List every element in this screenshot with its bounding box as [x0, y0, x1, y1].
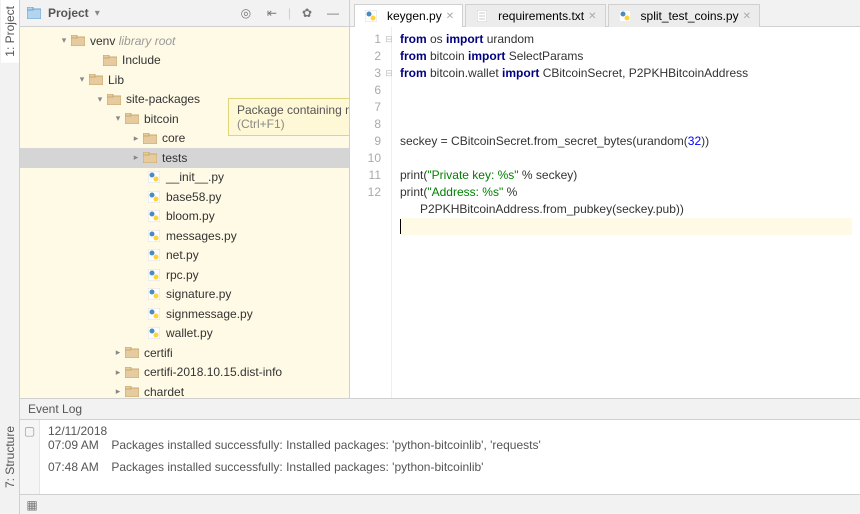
project-tree-panel: Project ▾ ◎ ⇤ | ✿ — ▾venv library root ▸… [20, 0, 350, 398]
tree-folder-certifi[interactable]: ▸certifi [20, 343, 349, 363]
log-date: 12/11/2018 [48, 424, 852, 438]
tree-folder-tests[interactable]: ▸tests [20, 148, 349, 168]
tree-file[interactable]: rpc.py [20, 265, 349, 285]
tree-file[interactable]: __init__.py [20, 168, 349, 188]
tree-file[interactable]: signature.py [20, 285, 349, 305]
python-file-icon [146, 268, 162, 282]
event-log-header[interactable]: Event Log [20, 398, 860, 420]
clear-icon[interactable]: ▢ [24, 424, 35, 438]
python-file-icon [146, 326, 162, 340]
folder-icon [142, 131, 158, 145]
editor-tabs: keygen.py ✕ requirements.txt ✕ split_tes… [350, 0, 860, 27]
folder-icon [102, 53, 118, 67]
tree-folder-include[interactable]: ▸Include [20, 51, 349, 71]
gear-icon[interactable]: ✿ [297, 3, 317, 23]
python-file-icon [146, 229, 162, 243]
python-file-icon [617, 9, 633, 23]
folder-icon [124, 112, 140, 126]
python-file-icon [146, 307, 162, 321]
event-log: ▢ 12/11/2018 07:09 AM Packages installed… [20, 420, 860, 494]
caret [400, 219, 401, 234]
line-gutter: 123 6 789 101112 ⊟ ⊟ [350, 27, 392, 398]
side-tab-project[interactable]: 1: Project [1, 0, 19, 63]
tab-requirements[interactable]: requirements.txt ✕ [465, 4, 605, 27]
tree-folder-lib[interactable]: ▾Lib [20, 70, 349, 90]
python-file-icon [146, 248, 162, 262]
tree-folder-venv[interactable]: ▾venv library root [20, 31, 349, 51]
chevron-down-icon[interactable]: ▾ [95, 8, 100, 19]
locate-icon[interactable]: ◎ [236, 3, 256, 23]
hide-icon[interactable]: — [323, 3, 343, 23]
folder-icon [106, 92, 122, 106]
code-editor[interactable]: 123 6 789 101112 ⊟ ⊟ from os import uran… [350, 27, 860, 398]
python-file-icon [146, 190, 162, 204]
tab-keygen[interactable]: keygen.py ✕ [354, 4, 463, 27]
folder-icon [88, 73, 104, 87]
python-file-icon [146, 287, 162, 301]
tree-file[interactable]: wallet.py [20, 324, 349, 344]
main-area: Project ▾ ◎ ⇤ | ✿ — ▾venv library root ▸… [20, 0, 860, 514]
project-icon [26, 5, 42, 21]
collapse-icon[interactable]: ⇤ [262, 3, 282, 23]
inspection-tooltip: Package containing module 'bitcoin' is n… [228, 98, 350, 136]
tab-label: split_test_coins.py [641, 9, 739, 23]
tab-label: requirements.txt [498, 9, 584, 23]
fold-icon[interactable]: ⊟ [384, 65, 394, 82]
tree-folder-certifi-dist[interactable]: ▸certifi-2018.10.15.dist-info [20, 363, 349, 383]
event-log-body[interactable]: 12/11/2018 07:09 AM Packages installed s… [40, 420, 860, 494]
python-file-icon [363, 9, 379, 23]
tree-file[interactable]: signmessage.py [20, 304, 349, 324]
side-tab-structure[interactable]: 7: Structure [1, 420, 19, 494]
event-log-gutter: ▢ [20, 420, 40, 494]
folder-icon [124, 385, 140, 398]
project-tree[interactable]: ▾venv library root ▸Include ▾Lib ▾site-p… [20, 27, 349, 398]
log-row: 07:09 AM Packages installed successfully… [48, 438, 852, 452]
python-file-icon [146, 170, 162, 184]
fold-icon[interactable]: ⊟ [384, 31, 394, 48]
tree-file[interactable]: net.py [20, 246, 349, 266]
tab-split-test-coins[interactable]: split_test_coins.py ✕ [608, 4, 760, 27]
left-tool-strip: 1: Project 7: Structure [0, 0, 20, 514]
log-row: 07:48 AM Packages installed successfully… [48, 460, 852, 474]
tree-file[interactable]: bloom.py [20, 207, 349, 227]
python-file-icon [146, 209, 162, 223]
close-icon[interactable]: ✕ [743, 11, 751, 22]
tab-label: keygen.py [387, 9, 442, 23]
editor-area: keygen.py ✕ requirements.txt ✕ split_tes… [350, 0, 860, 398]
code-text[interactable]: from os import urandom from bitcoin impo… [392, 27, 860, 398]
folder-icon [142, 151, 158, 165]
folder-icon [124, 346, 140, 360]
tree-file[interactable]: base58.py [20, 187, 349, 207]
folder-icon [70, 34, 86, 48]
close-icon[interactable]: ✕ [588, 11, 596, 22]
folder-icon [124, 365, 140, 379]
tree-file[interactable]: messages.py [20, 226, 349, 246]
project-title: Project [48, 6, 89, 20]
tree-folder-chardet[interactable]: ▸chardet [20, 382, 349, 398]
text-file-icon [474, 9, 490, 23]
status-bar: ▦ [20, 494, 860, 514]
tool-window-icon[interactable]: ▦ [24, 497, 40, 513]
close-icon[interactable]: ✕ [446, 11, 454, 22]
project-header: Project ▾ ◎ ⇤ | ✿ — [20, 0, 349, 27]
